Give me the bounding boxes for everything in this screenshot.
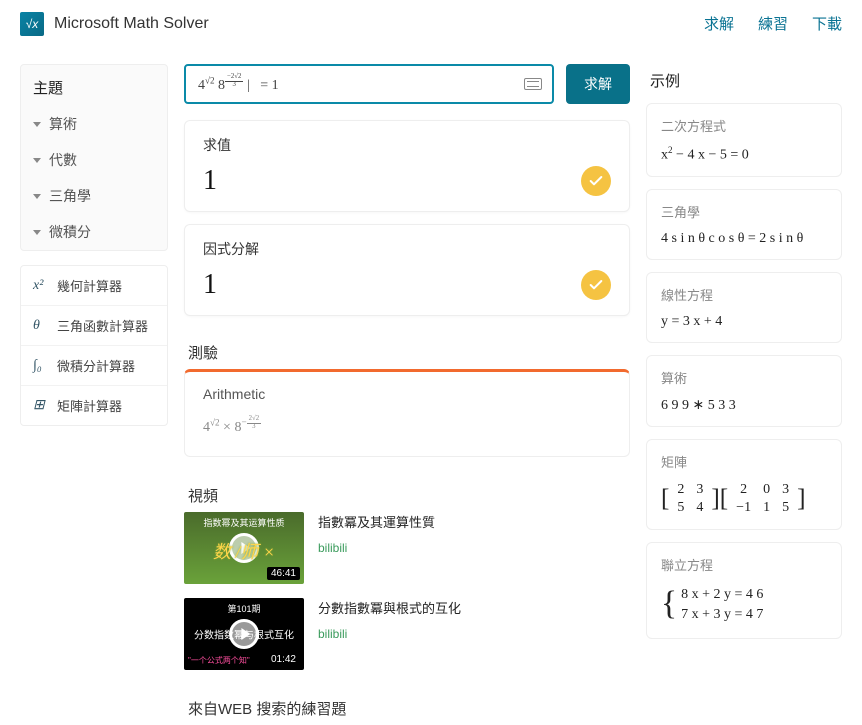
calculator-label: 微積分計算器 (57, 356, 135, 375)
right-column: 示例 二次方程式 x2 − 4 x − 5 = 0 三角學 4 s i n θ … (646, 64, 842, 671)
quiz-expression: 4√2 × 8−2√23 (203, 416, 611, 436)
calculator-calculus[interactable]: ∫₀ 微積分計算器 (21, 346, 167, 386)
thumb-text: 第101期 (184, 602, 304, 615)
sidebar-item-algebra[interactable]: 代數 (21, 142, 167, 178)
quiz-card[interactable]: Arithmetic 4√2 × 8−2√23 (184, 369, 630, 457)
logo[interactable]: √x Microsoft Math Solver (20, 12, 209, 36)
result-title: 因式分解 (203, 239, 611, 259)
example-simultaneous[interactable]: 聯立方程 {8 x + 2 y = 4 67 x + 3 y = 4 7 (646, 542, 842, 639)
video-duration: 01:42 (267, 653, 300, 666)
center-column: 4√2 8−2√23 | = 1 求解 求值 1 因式分解 1 (184, 64, 630, 671)
calculators-card: x² 幾何計算器 θ 三角函數計算器 ∫₀ 微積分計算器 ⊞ 矩陣計算器 (20, 265, 168, 426)
video-duration: 46:41 (267, 567, 300, 580)
check-icon (581, 270, 611, 300)
topics-title: 主題 (21, 65, 167, 106)
video-source: bilibili (318, 541, 435, 555)
sidebar-item-calculus[interactable]: 微積分 (21, 214, 167, 250)
calculator-matrix[interactable]: ⊞ 矩陣計算器 (21, 386, 167, 425)
example-category: 三角學 (661, 202, 827, 221)
calculator-label: 幾何計算器 (57, 276, 122, 295)
play-icon (229, 619, 259, 649)
calculator-geometry[interactable]: x² 幾何計算器 (21, 266, 167, 306)
topics-card: 主題 算術 代數 三角學 微積分 (20, 64, 168, 251)
example-arithmetic[interactable]: 算術 6 9 9 ∗ 5 3 3 (646, 355, 842, 427)
example-category: 矩陣 (661, 452, 827, 471)
examples-title: 示例 (646, 64, 842, 103)
video-thumbnail: 指数幂及其运算性质 数 /师 × 46:41 (184, 512, 304, 584)
integral-icon: ∫₀ (33, 358, 49, 374)
check-icon (581, 166, 611, 196)
video-title: 分數指數冪與根式的互化 (318, 598, 461, 617)
sidebar-item-trigonometry[interactable]: 三角學 (21, 178, 167, 214)
example-category: 線性方程 (661, 285, 827, 304)
quiz-heading: 測驗 (184, 328, 630, 369)
thumb-text: 指数幂及其运算性质 (184, 516, 304, 529)
video-source: bilibili (318, 627, 461, 641)
example-expression: x2 − 4 x − 5 = 0 (661, 145, 827, 164)
topbar: √x Microsoft Math Solver 求解 練習 下載 (0, 0, 862, 48)
example-matrix[interactable]: 矩陣 [2354][203−115] (646, 439, 842, 530)
video-item[interactable]: 第101期 分数指数幂与根式互化 "一个公式两个知" 01:42 分數指數冪與根… (184, 598, 630, 670)
nav-download[interactable]: 下載 (812, 13, 842, 34)
example-expression: y = 3 x + 4 (661, 314, 827, 330)
result-factor[interactable]: 因式分解 1 (184, 224, 630, 316)
expression-input-value: 4√2 8−2√23 | = 1 (198, 74, 279, 94)
x-squared-icon: x² (33, 278, 49, 294)
example-category: 算術 (661, 368, 827, 387)
nav-solve[interactable]: 求解 (704, 13, 734, 34)
logo-icon: √x (20, 12, 44, 36)
top-nav: 求解 練習 下載 (704, 13, 842, 34)
search-row: 4√2 8−2√23 | = 1 求解 (184, 64, 630, 104)
nav-practice[interactable]: 練習 (758, 13, 788, 34)
thumb-text: 数 /师 × (184, 538, 304, 564)
example-expression: {8 x + 2 y = 4 67 x + 3 y = 4 7 (661, 584, 827, 626)
matrix-icon: ⊞ (33, 397, 49, 414)
calculator-label: 三角函數計算器 (57, 316, 148, 335)
result-value: 1 (203, 269, 217, 301)
left-column: 主題 算術 代數 三角學 微積分 x² 幾何計算器 θ 三角函數計算器 ∫₀ 微… (20, 64, 168, 671)
expression-input[interactable]: 4√2 8−2√23 | = 1 (184, 64, 554, 104)
result-value: 1 (203, 165, 217, 197)
example-quadratic[interactable]: 二次方程式 x2 − 4 x − 5 = 0 (646, 103, 842, 177)
calculator-trigonometry[interactable]: θ 三角函數計算器 (21, 306, 167, 346)
video-item[interactable]: 指数幂及其运算性质 数 /师 × 46:41 指數冪及其運算性質 bilibil… (184, 512, 630, 584)
solve-button[interactable]: 求解 (566, 64, 630, 104)
videos-heading: 視頻 (184, 471, 630, 512)
result-evaluate[interactable]: 求值 1 (184, 120, 630, 212)
logo-text: Microsoft Math Solver (54, 15, 209, 33)
video-thumbnail: 第101期 分数指数幂与根式互化 "一个公式两个知" 01:42 (184, 598, 304, 670)
example-linear[interactable]: 線性方程 y = 3 x + 4 (646, 272, 842, 343)
main-layout: 主題 算術 代數 三角學 微積分 x² 幾何計算器 θ 三角函數計算器 ∫₀ 微… (0, 48, 862, 671)
example-category: 二次方程式 (661, 116, 827, 135)
sidebar-item-arithmetic[interactable]: 算術 (21, 106, 167, 142)
keyboard-icon[interactable] (524, 78, 542, 90)
quiz-category: Arithmetic (203, 386, 611, 402)
calculator-label: 矩陣計算器 (57, 396, 122, 415)
example-expression: 4 s i n θ c o s θ = 2 s i n θ (661, 231, 827, 247)
example-expression: 6 9 9 ∗ 5 3 3 (661, 397, 827, 414)
web-practice-heading: 來自WEB 搜索的練習題 (184, 684, 630, 725)
thumb-text: "一个公式两个知" (188, 655, 250, 666)
example-expression: [2354][203−115] (661, 481, 827, 517)
video-title: 指數冪及其運算性質 (318, 512, 435, 531)
theta-icon: θ (33, 318, 49, 334)
example-trigonometry[interactable]: 三角學 4 s i n θ c o s θ = 2 s i n θ (646, 189, 842, 260)
example-category: 聯立方程 (661, 555, 827, 574)
result-title: 求值 (203, 135, 611, 155)
